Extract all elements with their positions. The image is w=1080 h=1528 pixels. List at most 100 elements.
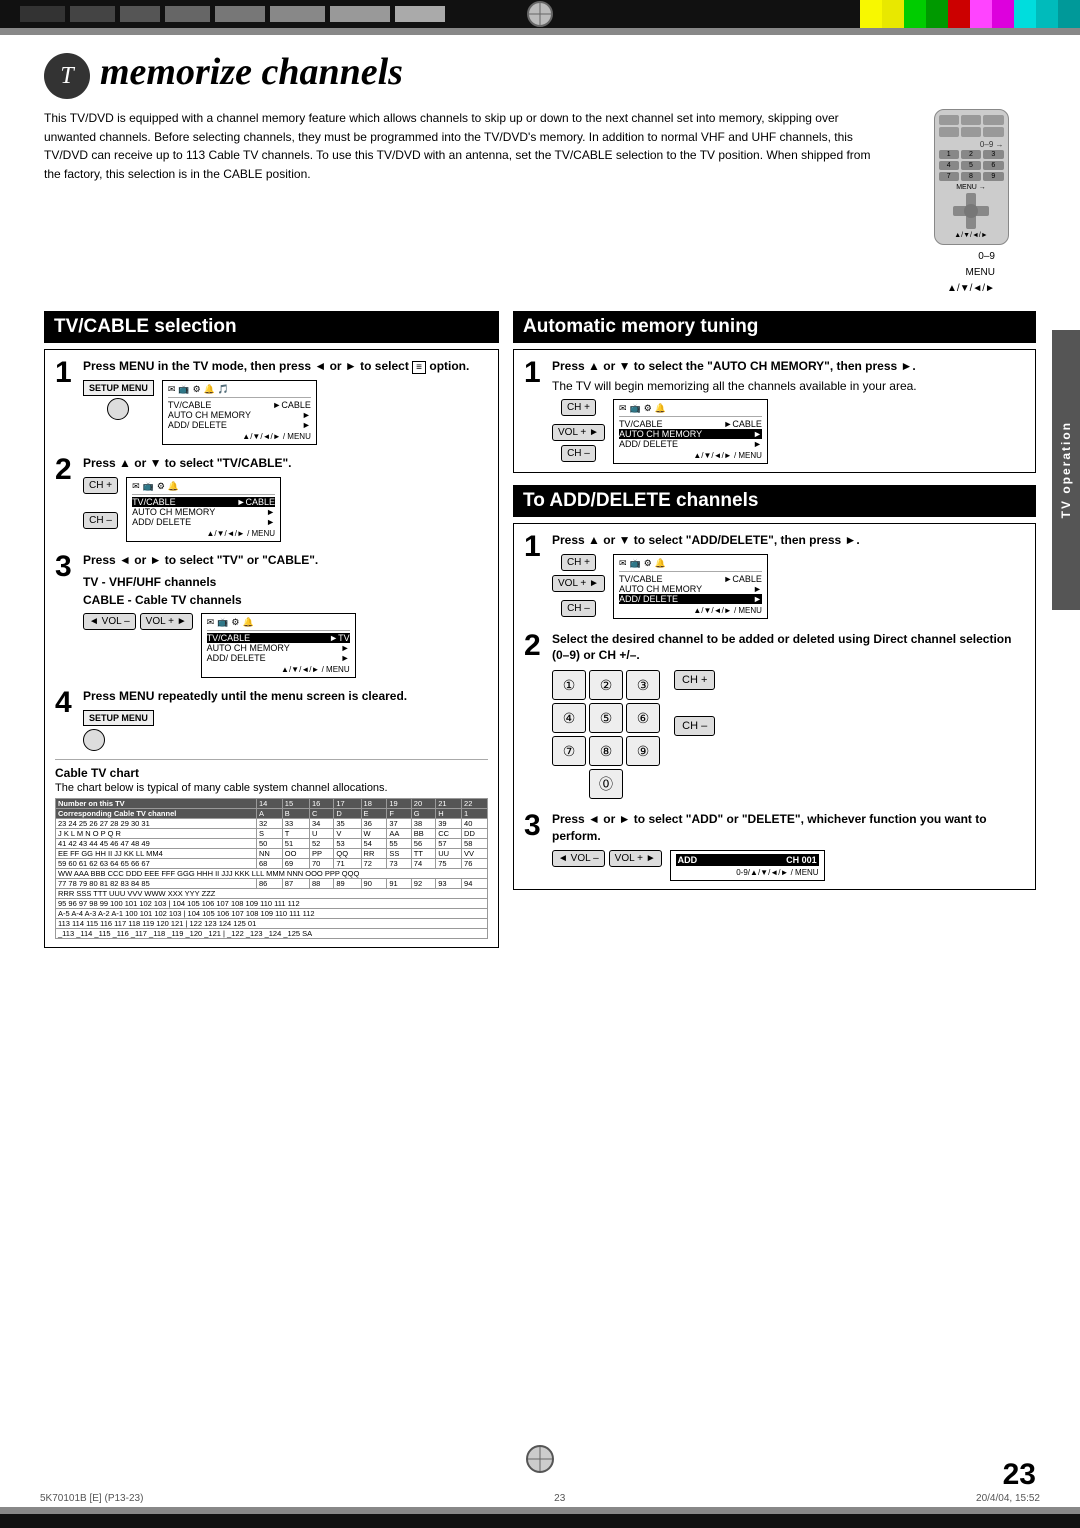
step3-sub1: TV - VHF/UHF channels — [83, 573, 488, 591]
auto-ch-buttons: CH + VOL + ► CH – — [552, 399, 605, 462]
ch-pm-buttons: CH + CH – — [674, 670, 715, 736]
auto-step1-row: 1 Press ▲ or ▼ to select the "AUTO CH ME… — [524, 358, 1025, 464]
bar-block-6 — [270, 6, 325, 22]
right-column: Automatic memory tuning 1 Press ▲ or ▼ t… — [513, 311, 1036, 948]
step1-row: 1 Press MENU in the TV mode, then press … — [55, 358, 488, 445]
num-btn-7[interactable]: ⑦ — [552, 736, 586, 766]
ad-ch-buttons: CH + VOL + ► CH – — [552, 554, 605, 617]
auto-memory-header: Automatic memory tuning — [513, 311, 1036, 343]
step1-content: Press MENU in the TV mode, then press ◄ … — [83, 358, 488, 445]
ad-step3-instruction: Press ◄ or ► to select "ADD" or "DELETE"… — [552, 811, 1025, 845]
auto-memory-box: 1 Press ▲ or ▼ to select the "AUTO CH ME… — [513, 349, 1036, 473]
auto-screen-row1: TV/CABLE►CABLE — [619, 419, 762, 429]
screen-row-add: ADD/ DELETE► — [168, 420, 311, 430]
step2-row: 2 Press ▲ or ▼ to select "TV/CABLE". CH … — [55, 455, 488, 542]
screen2-row-auto: AUTO CH MEMORY► — [132, 507, 275, 517]
table-row: 95 96 97 98 99 100 101 102 103 | 104 105… — [56, 899, 488, 909]
ad-step1-diagram: CH + VOL + ► CH – ✉📺⚙🔔 TV/CABLE►CABLE — [552, 554, 1025, 619]
color-pink-2 — [992, 0, 1014, 28]
remote-side-labels: 0–9 MENU ▲/▼/◄/► — [947, 249, 995, 297]
ch-minus-step2[interactable]: CH – — [674, 716, 715, 736]
step3-vol-buttons: ◄ VOL – VOL + ► — [552, 850, 662, 867]
rnum-2: 2 — [961, 150, 981, 159]
auto-screen-nav: ▲/▼/◄/► / MENU — [619, 451, 762, 460]
bottom-gray-bar — [0, 1507, 1080, 1514]
table-row: WW AAA BBB CCC DDD EEE FFF GGG HHH II JJ… — [56, 869, 488, 879]
cable-table: Number on this TV 14 15 16 17 18 19 20 2… — [55, 798, 488, 939]
footer-right: 20/4/04, 15:52 — [976, 1493, 1040, 1504]
page-number: 23 — [1003, 1458, 1036, 1492]
table-row: RRR SSS TTT UUU VVV WWW XXX YYY ZZZ — [56, 889, 488, 899]
num-btn-6[interactable]: ⑥ — [626, 703, 660, 733]
ad-ch-minus: CH – — [561, 600, 596, 617]
color-yellow-1 — [860, 0, 882, 28]
color-pink-1 — [970, 0, 992, 28]
num-btn-3[interactable]: ③ — [626, 670, 660, 700]
step3-vol-plus: VOL + ► — [609, 850, 662, 867]
rnum-7: 7 — [939, 172, 959, 181]
step3-sub2: CABLE - Cable TV channels — [83, 591, 488, 609]
ch-plus-step2[interactable]: CH + — [674, 670, 715, 690]
tv-cable-box: 1 Press MENU in the TV mode, then press … — [44, 349, 499, 948]
step3-content: Press ◄ or ► to select "TV" or "CABLE". … — [83, 552, 488, 678]
num-btn-8[interactable]: ⑧ — [589, 736, 623, 766]
table-row: 23 24 25 26 27 28 29 30 3132333435363738… — [56, 819, 488, 829]
step2-diagram: CH + CH – ✉📺⚙🔔 TV/CABLE►CABLE — [83, 477, 488, 542]
auto-ch-plus: CH + — [561, 399, 596, 416]
rnum-9: 9 — [983, 172, 1003, 181]
gray-separator-bar — [0, 28, 1080, 35]
num-btn-2[interactable]: ② — [589, 670, 623, 700]
title-icon: T — [44, 53, 90, 99]
num-btn-4[interactable]: ④ — [552, 703, 586, 733]
table-header-row2: Corresponding Cable TV channel A B C D E… — [56, 809, 488, 819]
remote-btn-1 — [939, 115, 959, 125]
step3-instruction: Press ◄ or ► to select "TV" or "CABLE". — [83, 552, 488, 569]
remote-image: 0–9 → 1 2 3 4 5 6 7 8 9 MENU → — [934, 109, 1009, 245]
step3-number: 3 — [55, 552, 77, 582]
rnum-4: 4 — [939, 161, 959, 170]
step4-content: Press MENU repeatedly until the menu scr… — [83, 688, 488, 752]
ad-screen-icons: ✉📺⚙🔔 — [619, 558, 762, 572]
setup-btn-round-step4 — [83, 729, 105, 751]
number-grid: ① ② ③ ④ ⑤ ⑥ ⑦ ⑧ ⑨ ⓪ — [552, 670, 660, 799]
num-btn-1[interactable]: ① — [552, 670, 586, 700]
num-btn-9[interactable]: ⑨ — [626, 736, 660, 766]
num-btn-0[interactable]: ⓪ — [589, 769, 623, 799]
step1-menu-screen: ✉📺⚙🔔🎵 TV/CABLE►CABLE AUTO CH MEMORY► ADD… — [162, 380, 317, 445]
ad-step3-number: 3 — [524, 811, 546, 841]
ad-screen-row1: TV/CABLE►CABLE — [619, 574, 762, 584]
bar-block-1 — [20, 6, 65, 22]
dpad-center — [964, 204, 978, 218]
cable-chart-section: Cable TV chart The chart below is typica… — [55, 759, 488, 939]
auto-screen-row2-hl: AUTO CH MEMORY► — [619, 429, 762, 439]
ad-step2-instruction: Select the desired channel to be added o… — [552, 631, 1025, 665]
auto-ch-minus: CH – — [561, 445, 596, 462]
title-section: T memorize channels — [44, 53, 1036, 99]
setup-menu-btn: SETUP MENU — [83, 380, 154, 396]
auto-step1-content: Press ▲ or ▼ to select the "AUTO CH MEMO… — [552, 358, 1025, 464]
remote-num-label: 0–9 → — [939, 140, 1004, 149]
remote-dpad — [953, 193, 989, 229]
screen-nav-1: ▲/▼/◄/► / MENU — [168, 432, 311, 441]
auto-vol-plus: VOL + ► — [552, 424, 605, 441]
ad-ch-plus: CH + — [561, 554, 596, 571]
remote-btn-4 — [939, 127, 959, 137]
ch-minus-btn: CH – — [83, 512, 118, 529]
table-row: 41 42 43 44 45 46 47 48 4950515253545556… — [56, 839, 488, 849]
color-green-1 — [904, 0, 926, 28]
bar-block-3 — [120, 6, 160, 22]
table-row: _113 _114 _115 _116 _117 _118 _119 _120 … — [56, 929, 488, 939]
rnum-6: 6 — [983, 161, 1003, 170]
ch-spacer — [98, 496, 104, 510]
auto-step1-diagram: CH + VOL + ► CH – ✉📺⚙🔔 TV/CABLE►CABLE — [552, 399, 1025, 464]
ad-screen-row2: AUTO CH MEMORY► — [619, 584, 762, 594]
intro-text: This TV/DVD is equipped with a channel m… — [44, 109, 890, 297]
num-btn-5[interactable]: ⑤ — [589, 703, 623, 733]
tv-cable-section: TV/CABLE selection 1 Press MENU in the T… — [44, 311, 499, 948]
screen-row-auto: AUTO CH MEMORY► — [168, 410, 311, 420]
rnum-3: 3 — [983, 150, 1003, 159]
step1-number: 1 — [55, 358, 77, 388]
color-cyan-2 — [1036, 0, 1058, 28]
screen3-row-hl: TV/CABLE►TV — [207, 633, 350, 643]
step2-instruction: Press ▲ or ▼ to select "TV/CABLE". — [83, 455, 488, 472]
